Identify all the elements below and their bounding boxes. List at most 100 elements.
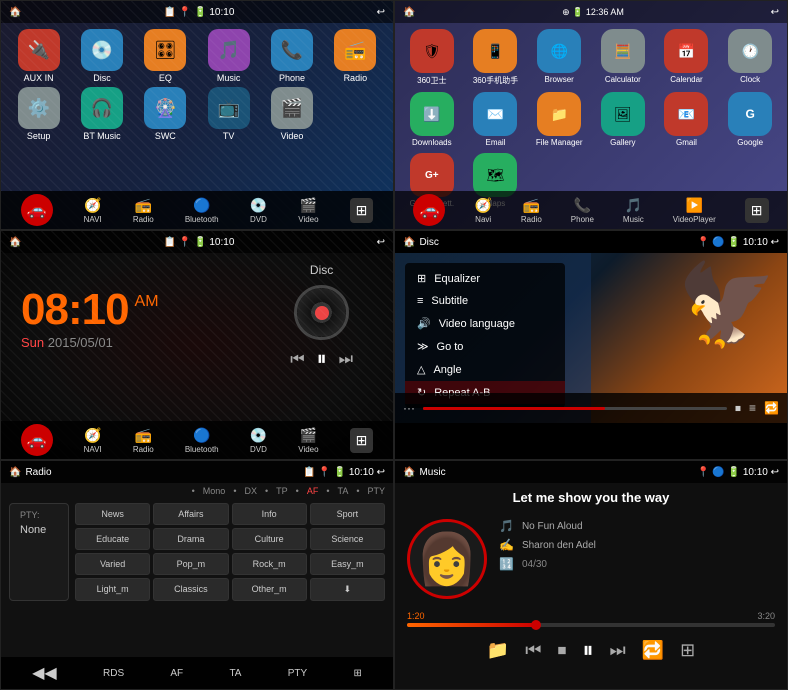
music-repeat-btn[interactable]: 🔁 xyxy=(642,640,664,661)
app-email[interactable]: ✉️Email xyxy=(467,92,525,147)
nav-video-player-p2[interactable]: ▶️VideoPlayer xyxy=(673,197,716,224)
genre-info[interactable]: Info xyxy=(232,503,307,525)
settings-btn[interactable]: ⊞ xyxy=(353,668,361,679)
nav-radio-p3[interactable]: 📻Radio xyxy=(133,427,154,454)
music-info: 🎵 No Fun Aloud ✍ Sharon den Adel 🔢 04/30 xyxy=(499,519,775,599)
vol-down-btn[interactable]: ◀◀ xyxy=(32,663,57,683)
music-list-btn[interactable]: ⊞ xyxy=(680,640,695,661)
back-btn-p3[interactable]: ↩ xyxy=(377,237,385,248)
menu-angle[interactable]: △Angle xyxy=(405,358,565,381)
app-music[interactable]: 🎵Music xyxy=(199,29,258,83)
nav-grid-button-p3[interactable]: ⊞ xyxy=(350,428,374,453)
nav-dvd[interactable]: 💿DVD xyxy=(250,197,267,224)
genre-science[interactable]: Science xyxy=(310,528,385,550)
music-prev-btn[interactable]: ⏮ xyxy=(525,640,541,661)
nav-grid-button-p2[interactable]: ⊞ xyxy=(745,198,769,223)
app-video[interactable]: 🎬Video xyxy=(262,87,321,141)
menu-goto[interactable]: ≫Go to xyxy=(405,335,565,358)
app-swc[interactable]: 🎡SWC xyxy=(136,87,195,141)
app-disc[interactable]: 💿Disc xyxy=(72,29,131,83)
progress-bar[interactable] xyxy=(423,407,727,410)
genre-rock-m[interactable]: Rock_m xyxy=(232,553,307,575)
genre-pop-m[interactable]: Pop_m xyxy=(153,553,228,575)
status-icons-p6: 📍 🔵 🔋 10:10 ↩ xyxy=(697,467,779,478)
app-calendar[interactable]: 📅Calendar xyxy=(658,29,716,86)
genre-educate[interactable]: Educate xyxy=(75,528,150,550)
nav-car-btn-p2[interactable]: 🚗 xyxy=(413,194,445,226)
app-360-guard[interactable]: 🛡360卫士 xyxy=(403,29,461,86)
back-btn-p2[interactable]: ↩ xyxy=(771,7,779,18)
app-aux-in[interactable]: 🔌AUX IN xyxy=(9,29,68,83)
nav-video[interactable]: 🎬Video xyxy=(298,197,318,224)
app-setup[interactable]: ⚙️Setup xyxy=(9,87,68,141)
menu-video-language[interactable]: 🔊Video language xyxy=(405,312,565,335)
player-repeat-btn[interactable]: 🔁 xyxy=(764,401,779,415)
app-360-assistant[interactable]: 📱360手机助手 xyxy=(467,29,525,86)
genre-culture[interactable]: Culture xyxy=(232,528,307,550)
app-tv[interactable]: 📺TV xyxy=(199,87,258,141)
music-folder-btn[interactable]: 📁 xyxy=(487,640,509,661)
rds-btn[interactable]: RDS xyxy=(103,668,124,679)
pty-btn[interactable]: PTY xyxy=(288,668,307,679)
app-calculator[interactable]: 🧮Calculator xyxy=(594,29,652,86)
app-clock[interactable]: 🕐Clock xyxy=(721,29,779,86)
menu-subtitle[interactable]: ≡Subtitle xyxy=(405,290,565,312)
af-btn[interactable]: AF xyxy=(170,668,183,679)
menu-equalizer[interactable]: ⊞Equalizer xyxy=(405,267,565,290)
genre-news[interactable]: News xyxy=(75,503,150,525)
status-icons-p2: ⊕ 🔋 12:36 AM xyxy=(562,7,624,18)
app-file-manager[interactable]: 📁File Manager xyxy=(530,92,588,147)
genre-varied[interactable]: Varied xyxy=(75,553,150,575)
radio-indicators: • Mono • DX • TP • AF • TA • PTY xyxy=(1,483,393,499)
app-google[interactable]: GGoogle xyxy=(721,92,779,147)
prev-btn[interactable]: ⏮ xyxy=(290,351,304,369)
nav-bluetooth-p3[interactable]: 🔵Bluetooth xyxy=(185,427,219,454)
clock-day: Sun xyxy=(21,335,44,350)
nav-car-btn-p3[interactable]: 🚗 xyxy=(21,424,53,456)
nav-phone-p2[interactable]: 📞Phone xyxy=(571,197,594,224)
music-next-btn[interactable]: ⏭ xyxy=(609,640,625,661)
nav-radio[interactable]: 📻Radio xyxy=(133,197,154,224)
player-menu-btn[interactable]: ··· xyxy=(403,401,415,415)
pause-btn[interactable]: ⏸ xyxy=(317,348,327,371)
next-btn[interactable]: ⏭ xyxy=(339,351,353,369)
music-stop-btn[interactable]: ⏹ xyxy=(557,640,566,661)
genre-sport[interactable]: Sport xyxy=(310,503,385,525)
genre-easy-m[interactable]: Easy_m xyxy=(310,553,385,575)
genre-light-m[interactable]: Light_m xyxy=(75,578,150,601)
app-eq[interactable]: 🎛EQ xyxy=(136,29,195,83)
nav-navi-p3[interactable]: 🧭NAVI xyxy=(84,427,102,454)
genre-drama[interactable]: Drama xyxy=(153,528,228,550)
app-browser[interactable]: 🌐Browser xyxy=(530,29,588,86)
nav-bluetooth[interactable]: 🔵Bluetooth xyxy=(185,197,219,224)
music-pause-btn[interactable]: ⏸ xyxy=(582,637,593,663)
progress-track[interactable] xyxy=(407,623,775,627)
app-downloads[interactable]: ⬇️Downloads xyxy=(403,92,461,147)
player-list-btn[interactable]: ≡ xyxy=(749,401,756,415)
progress-dot xyxy=(531,620,541,630)
music-controls: 📁 ⏮ ⏹ ⏸ ⏭ 🔁 ⊞ xyxy=(395,631,787,669)
nav-navi[interactable]: 🧭NAVI xyxy=(84,197,102,224)
app-phone[interactable]: 📞Phone xyxy=(262,29,321,83)
nav-radio-p2[interactable]: 📻Radio xyxy=(521,197,542,224)
genre-affairs[interactable]: Affairs xyxy=(153,503,228,525)
app-bt-music[interactable]: 🎧BT Music xyxy=(72,87,131,141)
artist1-row: 🎵 No Fun Aloud xyxy=(499,519,775,533)
indicator-mono: Mono xyxy=(203,486,226,496)
disc-player: Disc ⏮ ⏸ ⏭ xyxy=(290,263,353,371)
app-gmail[interactable]: 📧Gmail xyxy=(658,92,716,147)
nav-video-p3[interactable]: 🎬Video xyxy=(298,427,318,454)
nav-navi-p2[interactable]: 🧭Navi xyxy=(474,197,491,224)
nav-car-btn[interactable]: 🚗 xyxy=(21,194,53,226)
back-btn-p1[interactable]: ↩ xyxy=(377,7,385,18)
app-gallery[interactable]: 🖼Gallery xyxy=(594,92,652,147)
nav-grid-button[interactable]: ⊞ xyxy=(350,198,374,223)
genre-down[interactable]: ⬇ xyxy=(310,578,385,601)
genre-classics[interactable]: Classics xyxy=(153,578,228,601)
ta-btn[interactable]: TA xyxy=(229,668,241,679)
player-stop-btn[interactable]: ⏹ xyxy=(735,401,741,416)
nav-dvd-p3[interactable]: 💿DVD xyxy=(250,427,267,454)
nav-music-p2[interactable]: 🎵Music xyxy=(623,197,644,224)
genre-other-m[interactable]: Other_m xyxy=(232,578,307,601)
app-radio[interactable]: 📻Radio xyxy=(326,29,385,83)
